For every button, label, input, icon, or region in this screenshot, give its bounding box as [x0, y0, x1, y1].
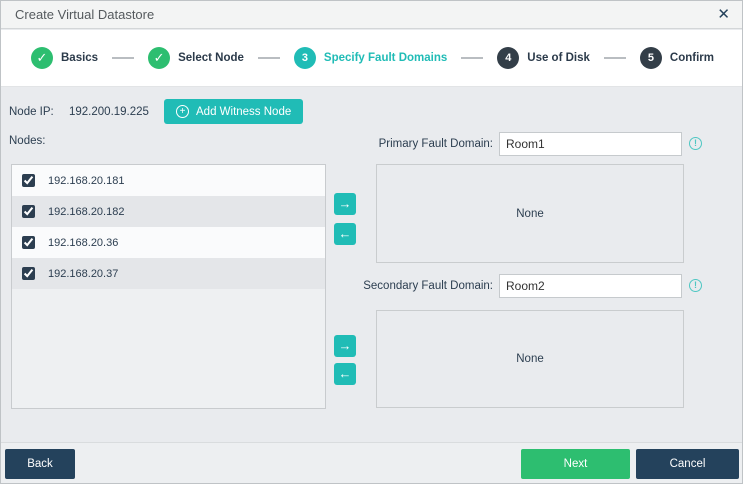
- check-icon: ✓: [31, 47, 53, 69]
- step-use-of-disk[interactable]: 4 Use of Disk: [497, 47, 590, 69]
- back-button[interactable]: Back: [5, 449, 75, 479]
- add-witness-node-label: Add Witness Node: [196, 106, 291, 118]
- info-icon[interactable]: !: [689, 137, 702, 150]
- title-bar: Create Virtual Datastore ✕: [1, 1, 742, 29]
- next-button[interactable]: Next: [521, 449, 630, 479]
- node-checkbox[interactable]: [22, 205, 35, 218]
- node-row: 192.168.20.182: [12, 196, 325, 227]
- move-right-button-secondary[interactable]: →: [334, 335, 356, 357]
- close-icon[interactable]: ✕: [717, 7, 730, 22]
- step-label: Specify Fault Domains: [324, 52, 447, 64]
- node-checkbox[interactable]: [22, 174, 35, 187]
- step-specify-fault-domains[interactable]: 3 Specify Fault Domains: [294, 47, 447, 69]
- step-separator: [258, 57, 280, 59]
- step-number-icon: 3: [294, 47, 316, 69]
- step-basics[interactable]: ✓ Basics: [31, 47, 98, 69]
- step-separator: [461, 57, 483, 59]
- step-label: Select Node: [178, 52, 244, 64]
- node-checkbox[interactable]: [22, 236, 35, 249]
- footer-bar: Back Next Cancel: [1, 442, 742, 484]
- step-separator: [604, 57, 626, 59]
- primary-fault-domain-label: Primary Fault Domain:: [379, 132, 493, 156]
- cancel-button[interactable]: Cancel: [636, 449, 739, 479]
- primary-none-text: None: [516, 208, 544, 220]
- primary-fault-domain-input[interactable]: [499, 132, 682, 156]
- step-label: Confirm: [670, 52, 714, 64]
- node-ip-row: Node IP: 192.200.19.225 + Add Witness No…: [9, 99, 303, 124]
- move-left-button-secondary[interactable]: ←: [334, 363, 356, 385]
- move-left-button-primary[interactable]: ←: [334, 223, 356, 245]
- primary-fault-domain-box: None: [376, 164, 684, 263]
- nodes-list-label: Nodes:: [9, 135, 45, 147]
- node-ip: 192.168.20.182: [48, 206, 124, 218]
- node-ip-label: Node IP:: [9, 106, 69, 118]
- node-ip: 192.168.20.36: [48, 237, 118, 249]
- node-ip-value: 192.200.19.225: [69, 106, 164, 118]
- step-confirm[interactable]: 5 Confirm: [640, 47, 714, 69]
- secondary-none-text: None: [516, 353, 544, 365]
- wizard-stepper: ✓ Basics ✓ Select Node 3 Specify Fault D…: [1, 30, 742, 87]
- node-row: 192.168.20.181: [12, 165, 325, 196]
- info-icon[interactable]: !: [689, 279, 702, 292]
- step-separator: [112, 57, 134, 59]
- plus-circle-icon: +: [176, 105, 189, 118]
- secondary-fault-domain-input[interactable]: [499, 274, 682, 298]
- check-icon: ✓: [148, 47, 170, 69]
- nodes-list: 192.168.20.181 192.168.20.182 192.168.20.3…: [11, 164, 326, 409]
- move-right-button-primary[interactable]: →: [334, 193, 356, 215]
- node-row: 192.168.20.36: [12, 227, 325, 258]
- step-number-icon: 4: [497, 47, 519, 69]
- step-number-icon: 5: [640, 47, 662, 69]
- dialog-title: Create Virtual Datastore: [15, 7, 154, 22]
- step-label: Use of Disk: [527, 52, 590, 64]
- node-checkbox[interactable]: [22, 267, 35, 280]
- secondary-fault-domain-label: Secondary Fault Domain:: [363, 274, 493, 298]
- node-ip: 192.168.20.181: [48, 175, 124, 187]
- create-virtual-datastore-dialog: Create Virtual Datastore ✕ ✓ Basics ✓ Se…: [0, 0, 743, 484]
- add-witness-node-button[interactable]: + Add Witness Node: [164, 99, 303, 124]
- node-ip: 192.168.20.37: [48, 268, 118, 280]
- step-select-node[interactable]: ✓ Select Node: [148, 47, 244, 69]
- node-row: 192.168.20.37: [12, 258, 325, 289]
- secondary-fault-domain-box: None: [376, 310, 684, 408]
- step-label: Basics: [61, 52, 98, 64]
